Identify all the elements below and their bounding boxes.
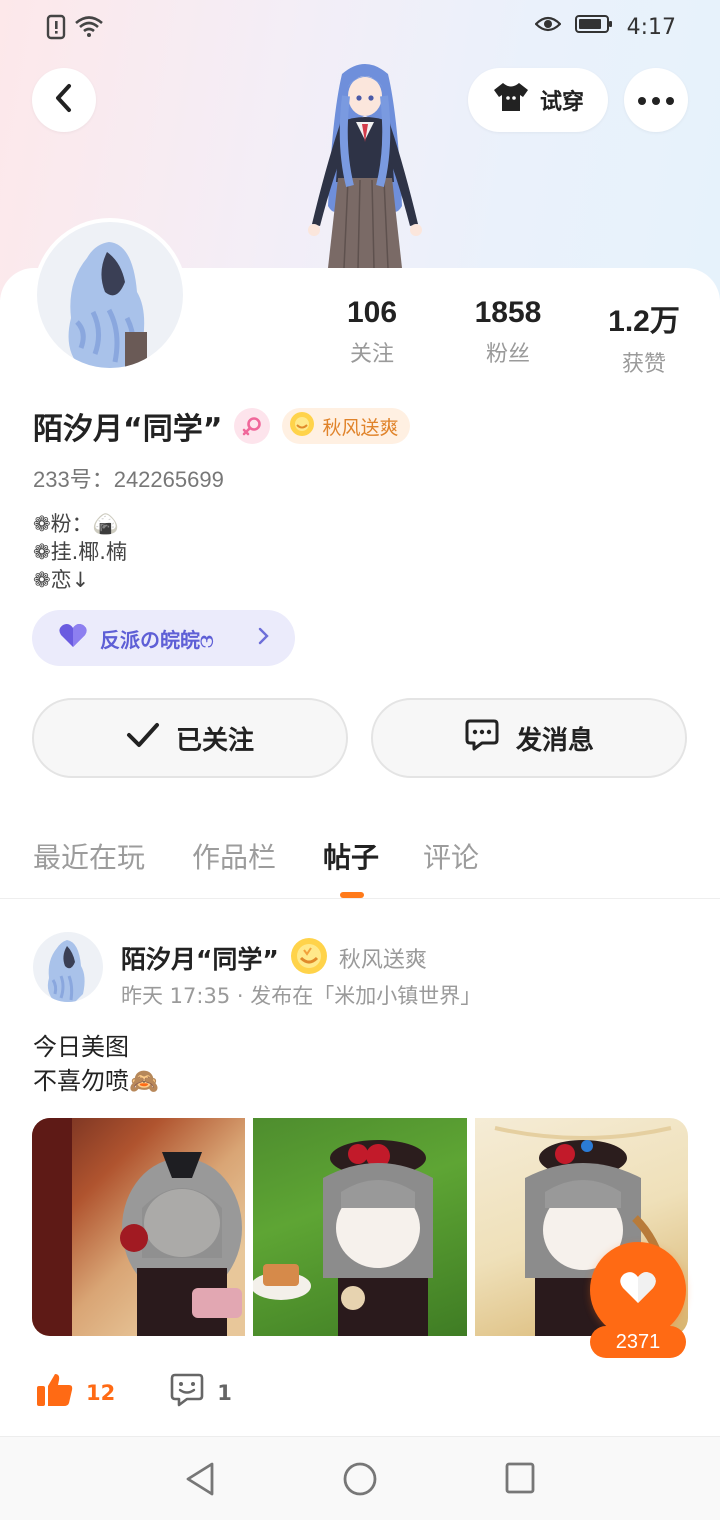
followed-label: 已关注 (175, 725, 254, 756)
post-like-button[interactable]: 12 (36, 1372, 115, 1413)
post-body: 今日美图 不喜勿喷🙈 (33, 1030, 159, 1098)
post-like-count: 12 (86, 1380, 116, 1405)
post-image[interactable] (32, 1118, 246, 1336)
thumbs-up-icon (36, 1372, 74, 1413)
back-button[interactable] (32, 68, 96, 132)
post-image[interactable] (253, 1118, 467, 1336)
sun-flower-icon (289, 936, 329, 980)
check-icon (126, 722, 160, 755)
status-bar: 4:17 (0, 0, 720, 56)
bio-line: ❁挂.椰.楠 (33, 540, 127, 564)
tab-works[interactable]: 作品栏 (192, 836, 276, 876)
more-options-button[interactable] (624, 68, 688, 132)
heart-icon (58, 623, 88, 654)
fans-label: 粉丝 (485, 342, 530, 367)
post-meta: 昨天 17:35 · 发布在「米加小镇世界」 (121, 984, 482, 1008)
title-badge[interactable]: 秋风送爽 (282, 408, 411, 444)
post-comment-button[interactable]: 1 (169, 1372, 232, 1413)
cp-group-label: 反派の皖皖ෆ (100, 627, 214, 652)
likes-received-label: 获赞 (621, 352, 666, 377)
battery-icon (574, 14, 613, 40)
nav-back-icon[interactable] (184, 1461, 216, 1501)
sim-alert-icon (46, 14, 66, 44)
floating-like-button[interactable] (590, 1242, 686, 1338)
stat-following[interactable]: 106 关注 (330, 296, 414, 368)
stat-fans[interactable]: 1858 粉丝 (462, 296, 554, 368)
fans-count: 1858 (474, 296, 542, 329)
followed-button[interactable]: 已关注 (32, 698, 348, 778)
post-image-gallery (32, 1118, 688, 1336)
bio-line: ❁粉：🍙 (33, 512, 119, 536)
chevron-right-icon (257, 626, 269, 650)
profile-name-row: 陌汐月“同学” 秋风送爽 (33, 404, 411, 448)
post-author-title: 秋风送爽 (338, 948, 427, 973)
likes-received-count: 1.2万 (608, 305, 680, 338)
more-icon (637, 91, 675, 110)
tab-comments[interactable]: 评论 (423, 836, 479, 876)
tshirt-icon (492, 80, 530, 120)
send-message-label: 发消息 (515, 725, 594, 756)
post-reactions: 12 1 (36, 1372, 232, 1413)
user-id: 233号：242265699 (33, 467, 224, 492)
title-badge-label: 秋风送爽 (322, 416, 399, 439)
floating-like-count: 2371 (590, 1326, 686, 1358)
send-message-button[interactable]: 发消息 (371, 698, 687, 778)
post-author-row: 陌汐月“同学” 秋风送爽 (121, 936, 427, 980)
stat-likes[interactable]: 1.2万 获赞 (596, 296, 692, 378)
back-icon (53, 83, 75, 117)
following-label: 关注 (349, 342, 394, 367)
post-author-avatar[interactable] (33, 932, 103, 1002)
nav-recents-icon[interactable] (504, 1461, 536, 1499)
female-icon (234, 408, 271, 444)
tab-posts[interactable]: 帖子 (323, 836, 379, 876)
heart-icon (618, 1270, 658, 1310)
divider (0, 898, 720, 899)
cp-group-pill[interactable]: 反派の皖皖ෆ (32, 610, 295, 666)
avatar[interactable] (33, 218, 187, 372)
bio: ❁粉：🍙 ❁挂.椰.楠 ❁恋↓ (33, 510, 127, 594)
following-count: 106 (346, 296, 398, 329)
wifi-icon (74, 15, 104, 43)
avatar-3d-figure (290, 56, 440, 269)
tab-recently-played[interactable]: 最近在玩 (33, 836, 145, 876)
message-icon (464, 718, 500, 759)
bio-line: ❁恋↓ (33, 568, 90, 592)
try-on-label: 试穿 (539, 90, 584, 115)
status-time: 4:17 (626, 14, 676, 40)
post-author-name[interactable]: 陌汐月“同学” (121, 940, 279, 976)
post-text-line: 不喜勿喷🙈 (33, 1067, 159, 1095)
comment-icon (169, 1372, 205, 1413)
system-navigation-bar (0, 1436, 720, 1520)
sun-flower-icon (288, 410, 316, 443)
try-on-button[interactable]: 试穿 (468, 68, 608, 132)
nav-home-icon[interactable] (342, 1461, 378, 1501)
username: 陌汐月“同学” (33, 412, 223, 447)
post-comment-count: 1 (217, 1380, 232, 1405)
post-text-line: 今日美图 (33, 1033, 129, 1061)
eye-icon (534, 14, 562, 40)
